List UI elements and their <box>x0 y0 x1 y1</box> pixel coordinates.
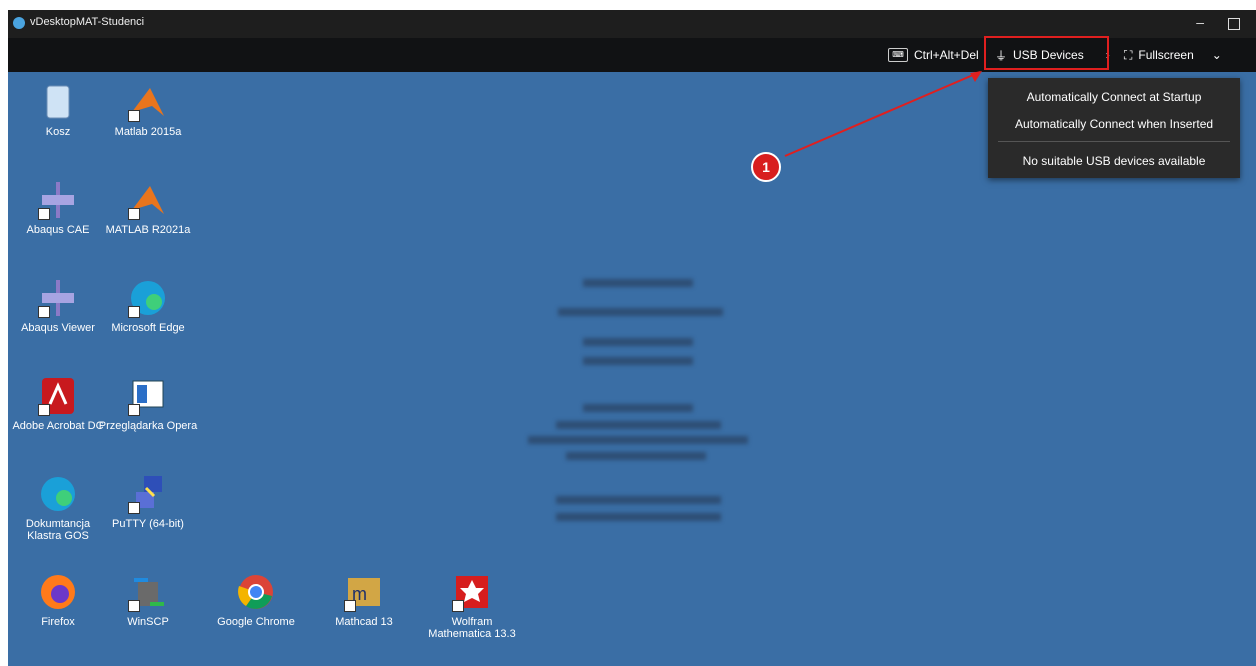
desktop-icon-firefox[interactable]: Firefox <box>8 572 108 628</box>
icon-label: WinSCP <box>127 616 169 628</box>
desktop-icon-microsoft-edge[interactable]: Microsoft Edge <box>98 278 198 334</box>
desktop-icon-matlab-2015a[interactable]: Matlab 2015a <box>98 82 198 138</box>
desktop-icon-abaqus-cae[interactable]: Abaqus CAE <box>8 180 108 236</box>
recycle-bin-icon <box>38 82 78 122</box>
fullscreen-label: Fullscreen <box>1138 48 1194 62</box>
icon-label: Kosz <box>45 126 71 138</box>
abaqus-icon <box>38 278 78 318</box>
icon-label: Adobe Acrobat DC <box>12 420 104 432</box>
window-title: vDesktopMAT-Studenci <box>30 16 145 28</box>
keyboard-icon: ⌨ <box>888 48 908 62</box>
ctrl-alt-del-button[interactable]: ⌨ Ctrl+Alt+Del <box>888 38 979 72</box>
desktop-icon-google-chrome[interactable]: Google Chrome <box>206 572 306 628</box>
icon-label: Wolfram Mathematica 13.3 <box>428 616 516 640</box>
usb-highlight-box <box>984 36 1109 70</box>
desktop-icon-wolfram-mathematica[interactable]: Wolfram Mathematica 13.3 <box>422 572 522 640</box>
desktop-icon-matlab-r2021a[interactable]: MATLAB R2021a <box>98 180 198 236</box>
top-margin <box>0 0 1256 10</box>
matlab-icon <box>128 180 168 220</box>
desktop-icon-kosz[interactable]: Kosz <box>8 82 108 138</box>
window-titlebar: vDesktopMAT-Studenci – <box>8 10 1256 38</box>
icon-label: Google Chrome <box>217 616 295 628</box>
icon-label: Matlab 2015a <box>114 126 182 138</box>
icon-label: Abaqus CAE <box>26 224 90 236</box>
icon-label: Firefox <box>41 616 75 628</box>
menu-divider <box>998 141 1230 142</box>
minimize-button[interactable]: – <box>1196 14 1204 30</box>
opera-browser-icon <box>128 376 168 416</box>
desktop-icon-dokumentacja-klastra[interactable]: Dokumtancja Klastra GOS <box>8 474 108 542</box>
desktop-icon-abaqus-viewer[interactable]: Abaqus Viewer <box>8 278 108 334</box>
icon-label: Przeglądarka Opera <box>98 420 198 432</box>
desktop-icon-winscp[interactable]: WinSCP <box>98 572 198 628</box>
desktop-icon-putty[interactable]: PuTTY (64-bit) <box>98 474 198 530</box>
icon-label: MATLAB R2021a <box>105 224 191 236</box>
ctrl-alt-del-label: Ctrl+Alt+Del <box>914 48 979 62</box>
fullscreen-icon: ⛶ <box>1124 47 1133 62</box>
mathcad-icon: m <box>344 572 384 612</box>
edge-icon <box>128 278 168 318</box>
fullscreen-button[interactable]: ⛶ Fullscreen ⌄ <box>1124 38 1222 72</box>
icon-label: Abaqus Viewer <box>21 322 95 334</box>
icon-label: Mathcad 13 <box>335 616 393 628</box>
icon-label: Microsoft Edge <box>111 322 185 334</box>
edge-icon <box>38 474 78 514</box>
menu-item-connect-startup[interactable]: Automatically Connect at Startup <box>988 90 1240 104</box>
firefox-icon <box>38 572 78 612</box>
icon-label: Dokumtancja Klastra GOS <box>25 518 91 542</box>
menu-item-connect-inserted[interactable]: Automatically Connect when Inserted <box>988 117 1240 131</box>
desktop-icon-przegladarka-opera[interactable]: Przeglądarka Opera <box>98 376 198 432</box>
usb-devices-menu: Automatically Connect at Startup Automat… <box>988 78 1240 178</box>
putty-icon <box>128 474 168 514</box>
app-logo-icon <box>13 17 25 29</box>
mathematica-icon <box>452 572 492 612</box>
icon-label: PuTTY (64-bit) <box>112 518 184 530</box>
matlab-icon <box>128 82 168 122</box>
maximize-button[interactable] <box>1228 18 1240 30</box>
desktop-icon-mathcad[interactable]: m Mathcad 13 <box>314 572 414 628</box>
abaqus-icon <box>38 180 78 220</box>
annotation-badge: 1 <box>751 152 781 182</box>
menu-item-no-devices: No suitable USB devices available <box>1022 154 1206 168</box>
desktop-icon-adobe-acrobat[interactable]: Adobe Acrobat DC <box>8 376 108 432</box>
acrobat-icon <box>38 376 78 416</box>
chevron-down-icon[interactable]: ⌄ <box>1212 48 1222 62</box>
winscp-icon <box>128 572 168 612</box>
chrome-icon <box>236 572 276 612</box>
